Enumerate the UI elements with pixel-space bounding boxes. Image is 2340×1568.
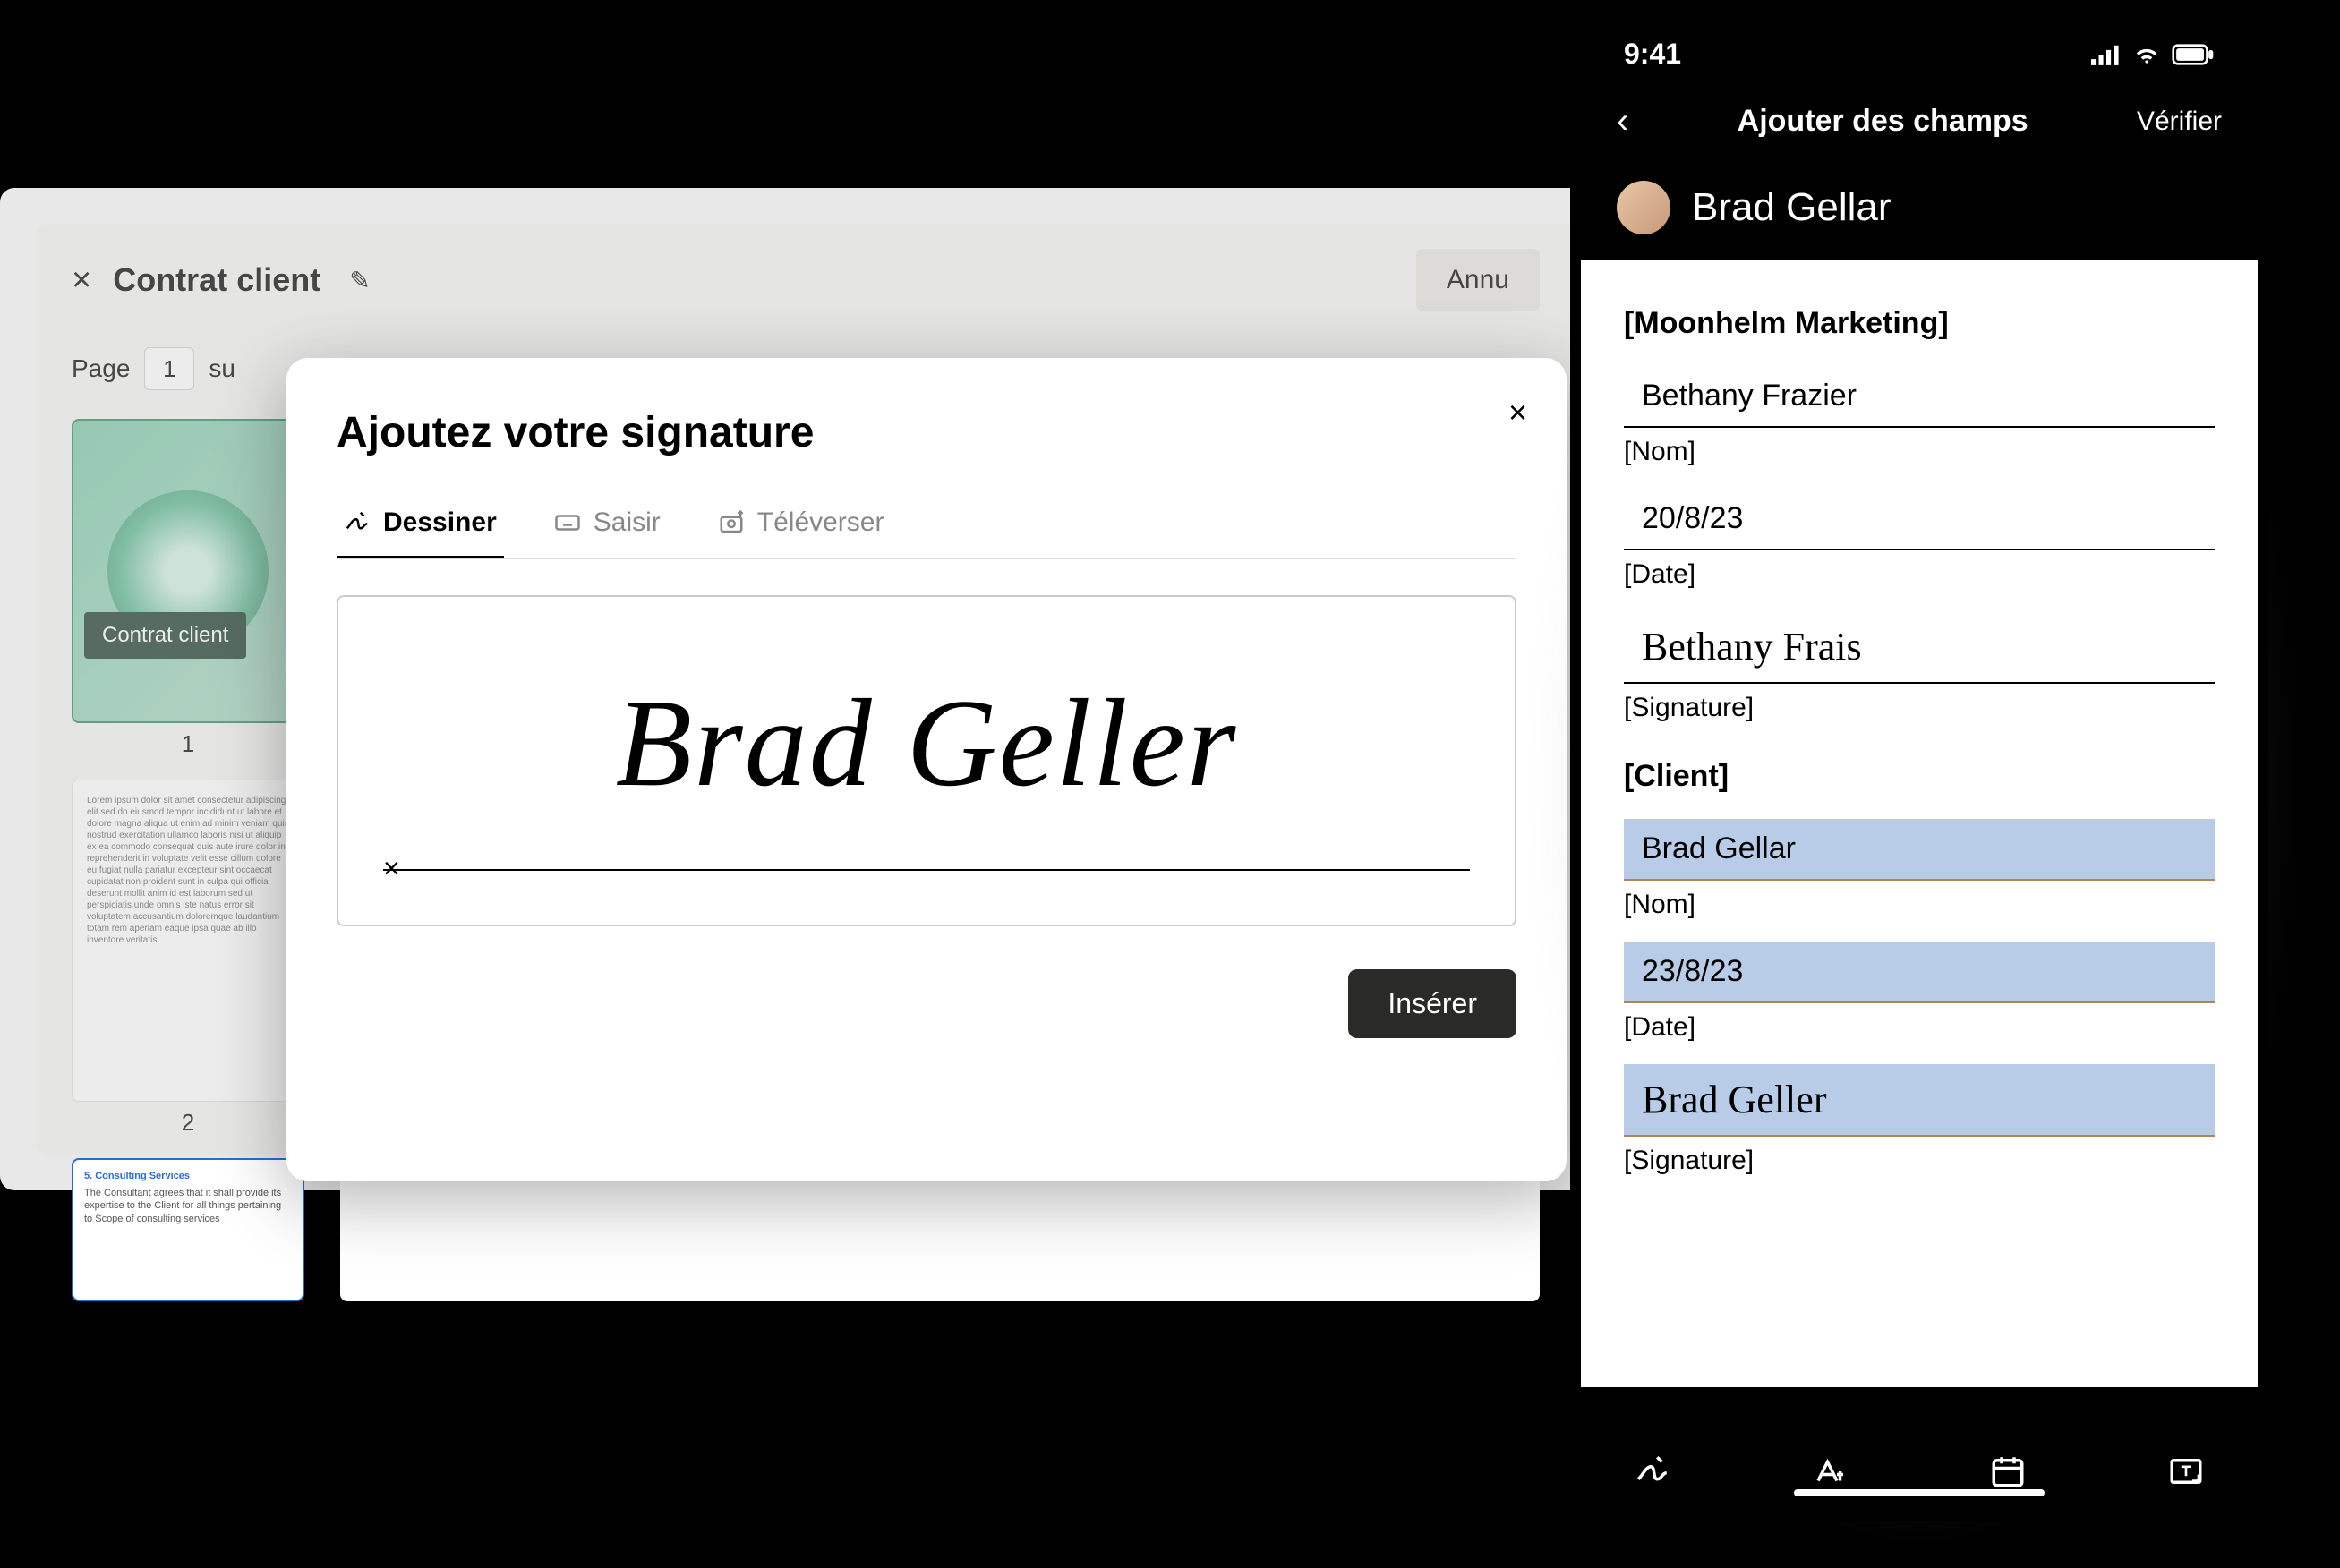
verify-button[interactable]: Vérifier	[2137, 107, 2222, 137]
desktop-header: × Contrat client ✎ Annu	[36, 224, 1576, 337]
draw-icon	[344, 509, 371, 536]
cancel-button[interactable]: Annu	[1416, 249, 1540, 311]
toolbar-text-icon[interactable]	[1809, 1450, 1852, 1493]
thumbnail-1-label: Contrat client	[84, 612, 246, 659]
tab-type[interactable]: Saisir	[547, 493, 668, 558]
phone-s1-name-label: [Nom]	[1624, 437, 2215, 467]
thumbnail-sidebar: Contrat client 1 Lorem ipsum dolor sit a…	[72, 419, 304, 1301]
signature-modal: × Ajoutez votre signature Dessiner Saisi…	[286, 358, 1567, 1181]
drawn-signature: Brad Geller	[616, 671, 1238, 815]
page-of-label: su	[209, 354, 235, 383]
modal-title: Ajoutez votre signature	[337, 408, 1516, 457]
status-time: 9:41	[1624, 38, 1681, 71]
phone-frame: 9:41 ‹ Ajouter des champs Vérifier Brad …	[1570, 9, 2268, 1521]
phone-s2-date-input[interactable]: 23/8/23	[1624, 942, 2215, 1003]
modal-close-icon[interactable]: ×	[1508, 394, 1527, 431]
thumbnail-1-number: 1	[72, 730, 304, 758]
close-icon[interactable]: ×	[72, 261, 91, 300]
phone-s2-name-label: [Nom]	[1624, 890, 2215, 920]
avatar	[1617, 181, 1670, 234]
battery-icon	[2172, 44, 2215, 65]
phone-user-name: Brad Gellar	[1692, 185, 1892, 230]
phone-s1-date-input[interactable]: 20/8/23	[1624, 489, 2215, 550]
wifi-icon	[2132, 44, 2161, 65]
toolbar-date-icon[interactable]	[1986, 1450, 2029, 1493]
insert-button[interactable]: Insérer	[1348, 969, 1516, 1038]
phone-s1-name-input[interactable]: Bethany Frazier	[1624, 366, 2215, 428]
phone-s2-signature-label: [Signature]	[1624, 1146, 2215, 1176]
phone-section-2: [Client]	[1624, 759, 2215, 794]
phone-user-header: Brad Gellar	[1581, 163, 2258, 260]
signature-baseline	[383, 869, 1470, 871]
toolbar-textbox-icon[interactable]	[2165, 1450, 2208, 1493]
signal-icon	[2091, 44, 2122, 65]
page-number-input[interactable]	[144, 347, 194, 390]
toolbar-signature-icon[interactable]	[1631, 1450, 1674, 1493]
phone-section-1: [Moonhelm Marketing]	[1624, 306, 2215, 341]
page-label: Page	[72, 354, 130, 383]
phone-s2-date-label: [Date]	[1624, 1012, 2215, 1043]
keyboard-icon	[554, 509, 581, 536]
camera-upload-icon	[718, 509, 745, 536]
phone-nav-title: Ajouter des champs	[1738, 104, 2028, 139]
phone-s2-signature-input[interactable]: Brad Geller	[1624, 1064, 2215, 1137]
phone-s1-signature-input[interactable]: Bethany Frais	[1624, 611, 2215, 684]
back-icon[interactable]: ‹	[1617, 101, 1628, 141]
phone-s1-signature-label: [Signature]	[1624, 693, 2215, 723]
tab-upload[interactable]: Téléverser	[711, 493, 892, 558]
thumbnail-1[interactable]: Contrat client	[72, 419, 304, 723]
tab-draw[interactable]: Dessiner	[337, 493, 504, 558]
signature-tabs: Dessiner Saisir Téléverser	[337, 493, 1516, 559]
phone-form-body: [Moonhelm Marketing] Bethany Frazier [No…	[1581, 260, 2258, 1387]
thumbnail-3[interactable]: 5. Consulting Services The Consultant ag…	[72, 1158, 304, 1301]
phone-nav-bar: ‹ Ajouter des champs Vérifier	[1581, 80, 2258, 163]
signature-canvas[interactable]: × Brad Geller	[337, 595, 1516, 926]
phone-bottom-toolbar	[1581, 1425, 2258, 1511]
page-title: Contrat client	[113, 261, 320, 299]
status-bar: 9:41	[1581, 20, 2258, 80]
phone-s2-name-input[interactable]: Brad Gellar	[1624, 819, 2215, 881]
thumbnail-2[interactable]: Lorem ipsum dolor sit amet consectetur a…	[72, 780, 304, 1102]
home-indicator[interactable]	[1794, 1489, 2045, 1496]
thumbnail-2-number: 2	[72, 1109, 304, 1137]
edit-icon[interactable]: ✎	[349, 266, 370, 295]
phone-s1-date-label: [Date]	[1624, 559, 2215, 590]
